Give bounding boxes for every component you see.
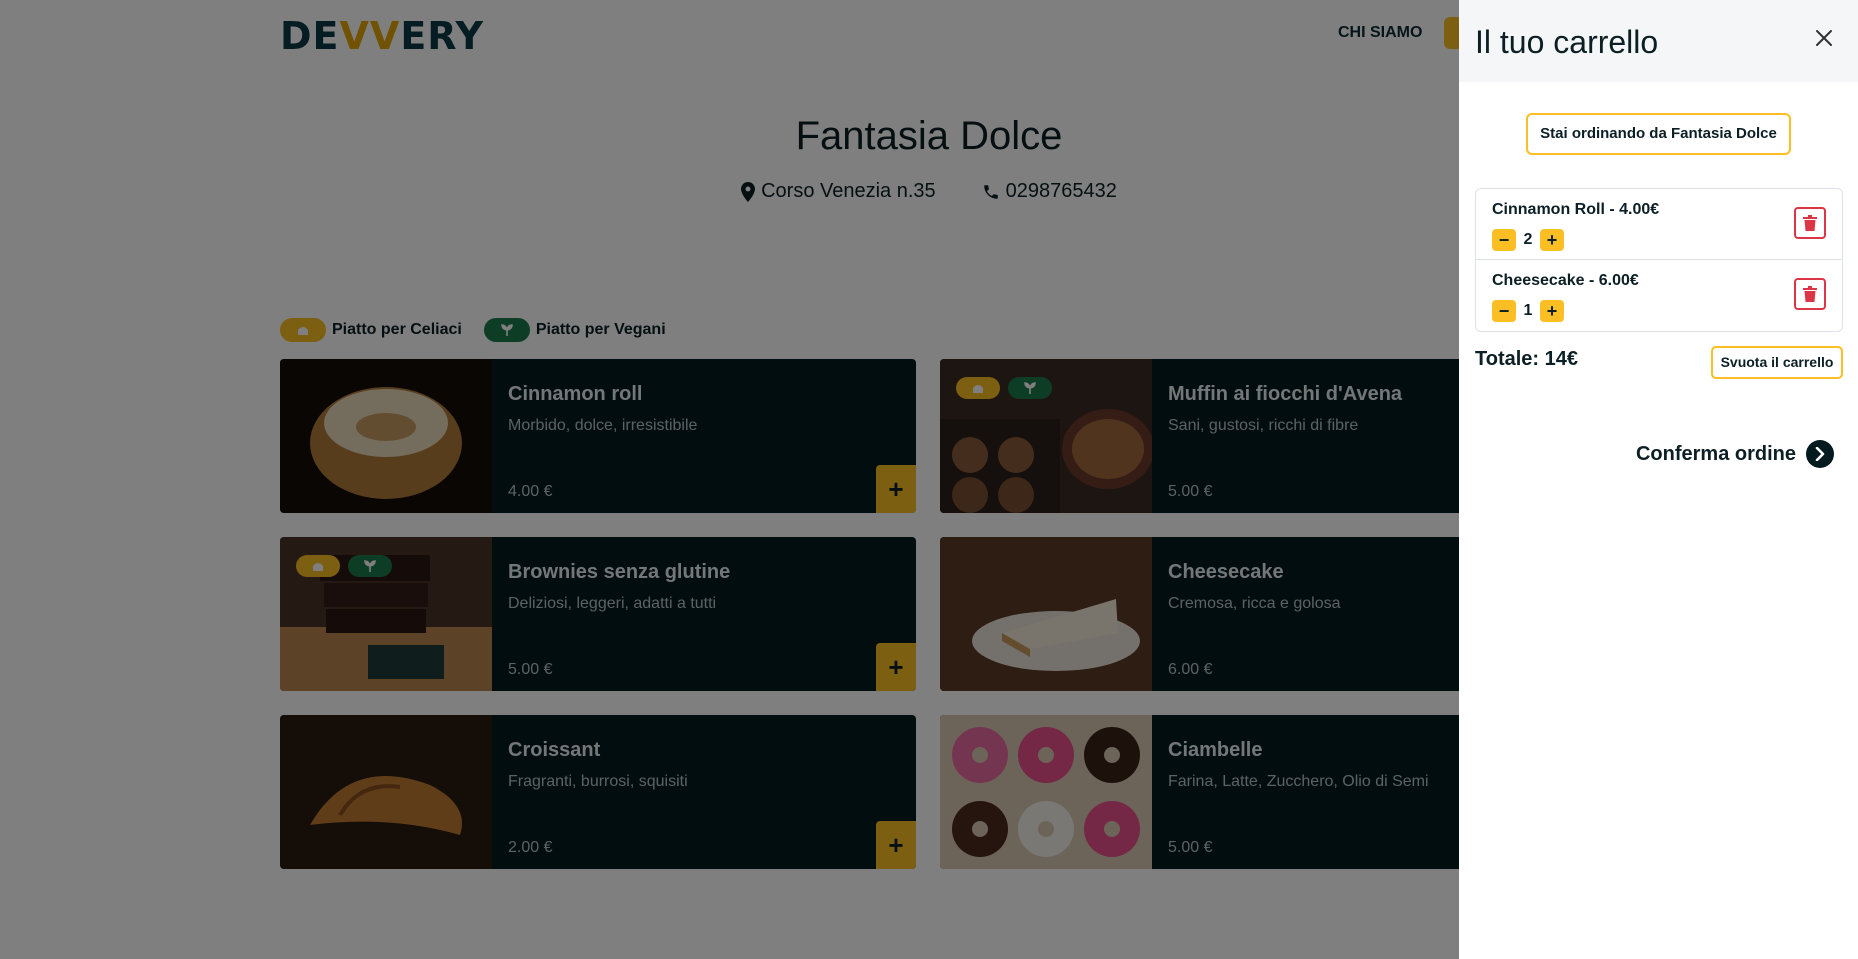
trash-icon xyxy=(1803,286,1817,302)
decrease-quantity-button[interactable]: − xyxy=(1492,229,1516,251)
cart-item-name: Cheesecake - 6.00€ xyxy=(1492,272,1639,289)
cart-item: Cinnamon Roll - 4.00€ − 2 + xyxy=(1476,189,1842,260)
confirm-order-button[interactable]: Conferma ordine xyxy=(1636,440,1834,468)
cart-item-name: Cinnamon Roll - 4.00€ xyxy=(1492,201,1660,218)
cart-title: Il tuo carrello xyxy=(1475,24,1659,60)
cart-header: Il tuo carrello xyxy=(1459,0,1858,82)
remove-item-button[interactable] xyxy=(1794,207,1826,239)
close-icon xyxy=(1816,30,1832,46)
cart-drawer: Il tuo carrello Stai ordinando da Fantas… xyxy=(1459,0,1858,959)
cart-total: Totale: 14€ xyxy=(1475,348,1578,370)
quantity-stepper: − 1 + xyxy=(1492,300,1564,322)
ordering-from-badge: Stai ordinando da Fantasia Dolce xyxy=(1526,113,1791,155)
quantity-value: 1 xyxy=(1523,302,1533,319)
remove-item-button[interactable] xyxy=(1794,278,1826,310)
increase-quantity-button[interactable]: + xyxy=(1540,300,1564,322)
increase-quantity-button[interactable]: + xyxy=(1540,229,1564,251)
quantity-stepper: − 2 + xyxy=(1492,229,1564,251)
chevron-right-icon xyxy=(1806,440,1834,468)
decrease-quantity-button[interactable]: − xyxy=(1492,300,1516,322)
trash-icon xyxy=(1803,215,1817,231)
close-button[interactable] xyxy=(1812,26,1836,50)
confirm-order-label: Conferma ordine xyxy=(1635,442,1796,465)
cart-items-list: Cinnamon Roll - 4.00€ − 2 + Cheesecake -… xyxy=(1475,188,1843,332)
empty-cart-button[interactable]: Svuota il carrello xyxy=(1711,346,1843,379)
quantity-value: 2 xyxy=(1523,231,1533,248)
cart-item: Cheesecake - 6.00€ − 1 + xyxy=(1476,260,1842,331)
